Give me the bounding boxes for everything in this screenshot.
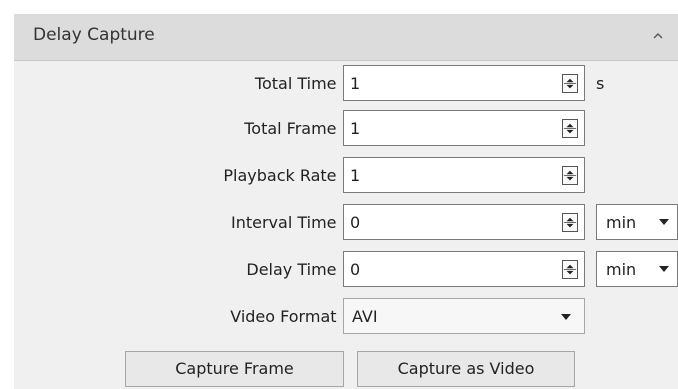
- video-format-label: Video Format :: [230, 307, 347, 326]
- playback-rate-input[interactable]: [350, 162, 540, 188]
- total-time-unit: s: [596, 74, 605, 93]
- total-frame-input[interactable]: [350, 115, 540, 141]
- capture-as-video-button[interactable]: Capture as Video: [357, 351, 575, 387]
- total-frame-label: Total Frame :: [244, 119, 347, 138]
- row-total-time: Total Time : s: [14, 65, 678, 103]
- capture-frame-button[interactable]: Capture Frame: [125, 351, 344, 387]
- chevron-up-icon[interactable]: [650, 28, 666, 44]
- delay-time-spinbox[interactable]: [343, 251, 585, 287]
- interval-time-unit-value: min: [606, 213, 637, 232]
- interval-time-unit-select[interactable]: min: [596, 204, 678, 240]
- panel-header[interactable]: Delay Capture: [14, 14, 678, 61]
- playback-rate-spinbox[interactable]: [343, 157, 585, 193]
- row-total-frame: Total Frame :: [14, 110, 678, 148]
- video-format-select[interactable]: AVI: [343, 298, 585, 334]
- interval-time-input[interactable]: [350, 209, 540, 235]
- delay-time-label: Delay Time :: [246, 260, 347, 279]
- interval-time-spinbox[interactable]: [343, 204, 585, 240]
- interval-time-label: Interval Time :: [231, 213, 347, 232]
- row-delay-time: Delay Time : min: [14, 251, 678, 289]
- row-video-format: Video Format : AVI: [14, 298, 678, 336]
- total-time-spinbox[interactable]: [343, 65, 585, 101]
- spinner-arrows-icon[interactable]: [562, 260, 578, 279]
- dropdown-arrow-icon: [659, 219, 669, 225]
- spinner-arrows-icon[interactable]: [562, 213, 578, 232]
- total-frame-spinbox[interactable]: [343, 110, 585, 146]
- row-playback-rate: Playback Rate :: [14, 157, 678, 195]
- delay-time-input[interactable]: [350, 256, 540, 282]
- dropdown-arrow-icon: [659, 266, 669, 272]
- delay-time-unit-value: min: [606, 260, 637, 279]
- spinner-arrows-icon[interactable]: [562, 119, 578, 138]
- dropdown-arrow-icon: [561, 314, 571, 320]
- playback-rate-label: Playback Rate :: [223, 166, 347, 185]
- row-interval-time: Interval Time : min: [14, 204, 678, 242]
- panel-title: Delay Capture: [33, 25, 155, 45]
- delay-time-unit-select[interactable]: min: [596, 251, 678, 287]
- spinner-arrows-icon[interactable]: [562, 166, 578, 185]
- video-format-value: AVI: [352, 307, 378, 326]
- total-time-input[interactable]: [350, 70, 540, 96]
- delay-capture-panel: Delay Capture Total Time : s Total Frame…: [14, 14, 678, 389]
- spinner-arrows-icon[interactable]: [562, 74, 578, 93]
- total-time-label: Total Time :: [254, 74, 347, 93]
